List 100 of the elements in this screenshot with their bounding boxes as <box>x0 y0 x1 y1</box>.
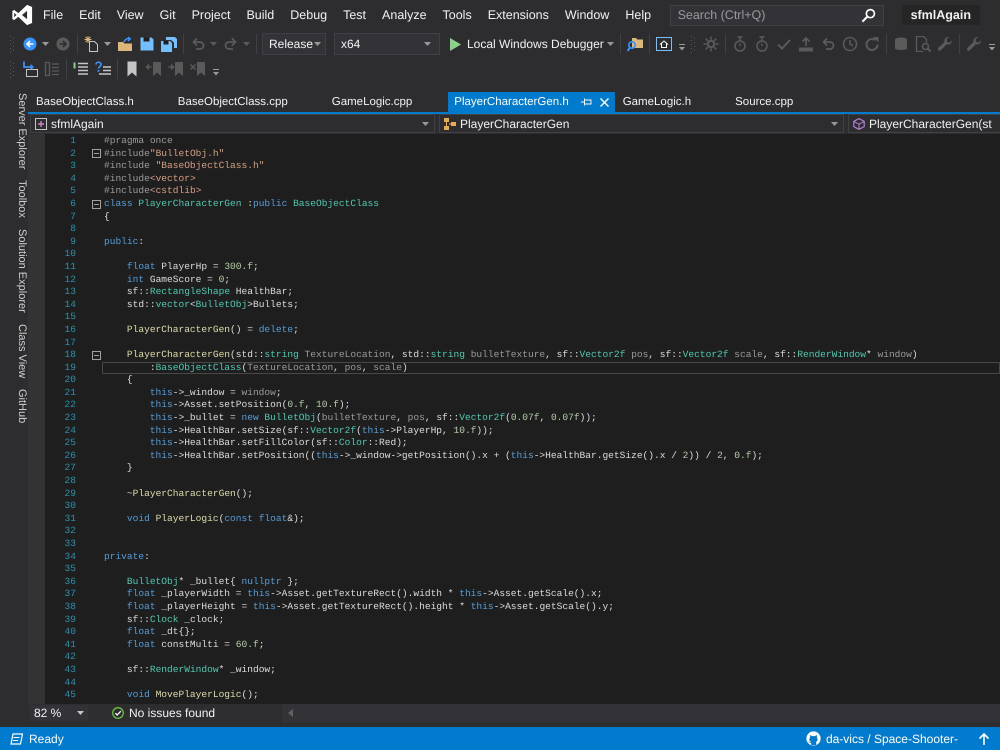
arrow-up-icon[interactable] <box>978 732 990 745</box>
line-number: 37 <box>64 588 76 601</box>
line-number: 31 <box>64 512 76 526</box>
document-tab[interactable]: Source.cpp <box>727 92 830 112</box>
menu-item[interactable]: Test <box>335 6 374 24</box>
fold-toggle-icon[interactable] <box>92 350 101 360</box>
menu-item[interactable]: File <box>35 6 72 24</box>
line-number: 6 <box>70 198 76 211</box>
member-dropdown[interactable]: PlayerCharacterGen(st <box>848 114 1000 133</box>
project-dropdown[interactable]: sfmlAgain <box>30 114 435 133</box>
caret-icon[interactable] <box>42 42 49 46</box>
caret-icon[interactable] <box>104 42 111 46</box>
app-logo-icon[interactable] <box>10 4 34 26</box>
text-lines-icon[interactable] <box>73 61 89 77</box>
grip-icon[interactable] <box>690 35 696 53</box>
caret-icon[interactable] <box>422 122 429 126</box>
repository-name[interactable]: da-vics / Space-Shooter- <box>826 732 958 746</box>
document-tab[interactable]: BaseObjectClass.cpp <box>170 92 324 112</box>
line-number: 33 <box>64 538 76 551</box>
line-number: 25 <box>64 437 76 450</box>
code-line: this->HealthBar.setPosition((this->_window->getPosition().x + (this->HealthBar.getSize().x / 2)) / 2, 0.f); <box>148 450 763 461</box>
code-line: PlayerCharacterGen(std::string TextureLocation, std::string bulletTexture, sf::Vector2f pos, sf::Vector2f scale, sf::RenderWindow* window) <box>126 349 918 360</box>
code-line: BulletObj* _bullet{ nullptr }; <box>126 576 299 587</box>
new-document-icon[interactable] <box>84 36 100 52</box>
tool-window-tab[interactable]: Solution Explorer <box>0 226 28 316</box>
line-number: 8 <box>70 223 76 236</box>
horizontal-scrollbar[interactable] <box>282 704 1000 722</box>
document-tab[interactable]: GameLogic.cpp <box>324 92 448 112</box>
line-number: 30 <box>64 500 76 513</box>
code-line: class PlayerCharacterGen :public BaseObjectClass <box>104 198 380 209</box>
class-icon <box>444 118 456 130</box>
code-line: } <box>126 462 133 474</box>
menu-item[interactable]: View <box>108 6 152 24</box>
code-line: sf::RenderWindow* _window; <box>126 664 276 675</box>
solution-name-label: sfmlAgain <box>902 5 980 25</box>
overflow-icon[interactable] <box>988 41 996 51</box>
line-number: 9 <box>70 236 76 248</box>
search-field[interactable]: Search (Ctrl+Q) <box>670 4 884 26</box>
close-icon[interactable] <box>600 98 609 106</box>
menu-item[interactable]: Window <box>556 6 618 24</box>
type-dropdown[interactable]: PlayerCharacterGen <box>439 114 844 133</box>
menu-item[interactable]: Project <box>184 6 238 24</box>
code-line: private: <box>104 550 150 562</box>
cube-icon <box>853 118 865 130</box>
zoom-dropdown[interactable]: 82 % <box>30 705 88 721</box>
code-line: float _playerHeight = this->Asset.getTextureRect().height * this->Asset.getScale().y; <box>126 600 614 612</box>
line-number: 45 <box>64 689 76 702</box>
menu-item[interactable]: Git <box>152 6 184 24</box>
save-icon[interactable] <box>139 36 155 52</box>
code-line: #include"BulletObj.h" <box>104 148 224 159</box>
menu-item[interactable]: Build <box>238 6 282 24</box>
menu-item[interactable]: Analyze <box>374 6 435 24</box>
grip-icon[interactable] <box>10 60 15 78</box>
code-line: int GameScore = 0; <box>126 274 230 285</box>
document-tab[interactable]: PlayerCharacterGen.h <box>448 92 615 112</box>
arrow-into-box-icon[interactable] <box>22 61 38 77</box>
grip-icon[interactable] <box>10 35 15 53</box>
start-debugging-button[interactable]: Local Windows Debugger <box>446 33 606 55</box>
code-line: this->Asset.setPosition(0.f, 10.f); <box>148 399 350 410</box>
caret-icon[interactable] <box>424 42 431 46</box>
fold-toggle-icon[interactable] <box>92 149 101 158</box>
line-number: 42 <box>64 651 76 664</box>
folder-search-icon[interactable] <box>626 36 643 52</box>
tool-window-tab[interactable]: GitHub <box>0 386 28 427</box>
dropdown[interactable]: x64 <box>334 33 440 55</box>
document-tab[interactable]: GameLogic.h <box>614 92 728 112</box>
code-line: this->_bullet = new BulletObj(bulletTexture, pos, sf::Vector2f(0.07f, 0.07f)); <box>148 412 597 424</box>
code-line: { <box>126 374 133 386</box>
menu-item[interactable]: Debug <box>282 6 336 24</box>
line-number: 26 <box>64 450 76 462</box>
line-number: 36 <box>64 576 76 588</box>
line-number: 24 <box>64 424 76 438</box>
code-line: this->_window = window; <box>148 386 282 398</box>
overflow-icon[interactable] <box>678 41 686 51</box>
output-icon[interactable] <box>10 732 23 744</box>
caret-icon[interactable] <box>831 122 838 126</box>
code-line: this->HealthBar.setSize(sf::Vector2f(this->PlayerHp, 10.f)); <box>148 424 494 436</box>
caret-icon[interactable] <box>314 42 322 46</box>
search-icon[interactable] <box>860 8 876 22</box>
caret-icon[interactable] <box>77 711 84 715</box>
menu-item[interactable]: Extensions <box>480 6 557 24</box>
tool-window-tab[interactable]: Server Explorer <box>0 90 28 172</box>
document-tab[interactable]: BaseObjectClass.h <box>28 92 170 112</box>
overflow-icon[interactable] <box>212 66 220 76</box>
status-text: Ready <box>29 732 64 746</box>
menu-item[interactable]: Edit <box>71 6 109 24</box>
fold-toggle-icon[interactable] <box>92 200 101 209</box>
folder-icon[interactable] <box>117 36 133 52</box>
home-icon[interactable] <box>656 36 672 52</box>
save-all-icon[interactable] <box>161 36 177 52</box>
menu-item[interactable]: Tools <box>434 6 480 24</box>
question-lines-icon[interactable] <box>95 61 111 77</box>
pin-icon[interactable] <box>580 97 592 107</box>
github-icon[interactable] <box>806 731 821 746</box>
tool-window-tab[interactable]: Toolbox <box>0 177 28 222</box>
menu-item[interactable]: Help <box>617 6 660 24</box>
tool-window-tab[interactable]: Class View <box>0 321 28 382</box>
code-line: #include "BaseObjectClass.h" <box>104 160 264 172</box>
caret-icon[interactable] <box>606 42 614 46</box>
dropdown[interactable]: Release <box>262 33 326 55</box>
